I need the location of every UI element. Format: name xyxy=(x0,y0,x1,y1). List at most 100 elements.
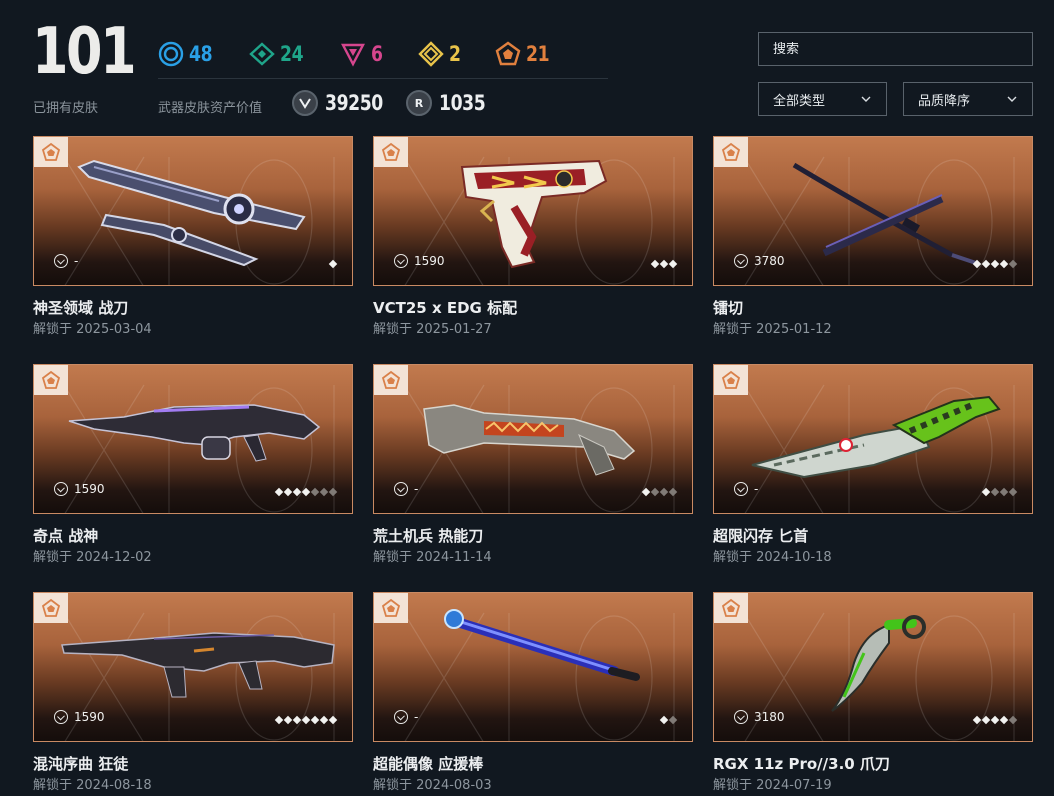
skin-name: 混沌序曲 狂徒 xyxy=(33,755,129,773)
weapon-baton-image xyxy=(444,609,640,681)
skin-name: VCT25 x EDG 标配 xyxy=(373,299,518,317)
vp-icon xyxy=(734,710,748,724)
exclusive-tier-icon xyxy=(417,41,444,67)
level-diamond xyxy=(659,487,669,497)
radianite-icon: R xyxy=(406,90,432,116)
skin-name: 荒土机兵 热能刀 xyxy=(373,527,484,545)
vp-icon xyxy=(54,482,68,496)
deluxe-tier-icon xyxy=(249,42,276,66)
level-diamond xyxy=(301,715,311,725)
skin-price-value: 3780 xyxy=(754,254,785,268)
level-diamond xyxy=(650,487,660,497)
skin-unlock-date: 解锁于 2024-11-14 xyxy=(373,550,492,565)
skin-price-value: - xyxy=(754,482,759,496)
skin-price: 1590 xyxy=(54,482,105,496)
skin-name: 超能偶像 应援棒 xyxy=(373,755,484,773)
level-diamond xyxy=(1008,259,1018,269)
skin-preview[interactable]: 3780 xyxy=(713,136,1033,286)
tier-select: 48 xyxy=(158,41,217,67)
skin-preview[interactable]: 1590 xyxy=(33,592,353,742)
search-input[interactable] xyxy=(773,41,1018,57)
upgrade-level-indicator xyxy=(971,259,1018,269)
skin-price-value: 1590 xyxy=(414,254,445,268)
skin-preview[interactable]: 1590 xyxy=(33,364,353,514)
skin-preview[interactable]: - xyxy=(373,592,693,742)
skin-card[interactable]: 1590 奇点 战神 解锁于 2024-12-02 xyxy=(33,364,353,567)
owned-skin-count: 101 xyxy=(32,15,137,89)
tier-badge xyxy=(34,593,68,623)
vp-icon xyxy=(292,90,318,116)
level-diamond xyxy=(310,487,320,497)
level-diamond xyxy=(274,715,284,725)
level-diamond xyxy=(668,487,678,497)
skin-unlock-date: 解锁于 2024-10-18 xyxy=(713,550,832,565)
skin-price-value: 3180 xyxy=(754,710,785,724)
ultra-tier-icon xyxy=(381,370,401,389)
level-diamond xyxy=(274,487,284,497)
tier-count-exclusive: 2 xyxy=(448,42,461,66)
skin-card[interactable]: - 超能偶像 应援棒 解锁于 2024-08-03 xyxy=(373,592,693,795)
level-diamond xyxy=(301,487,311,497)
select-tier-icon xyxy=(158,41,184,67)
skin-name: 奇点 战神 xyxy=(33,527,99,545)
level-diamond xyxy=(981,487,991,497)
ultra-tier-icon xyxy=(495,41,521,66)
tier-badge xyxy=(374,137,408,167)
level-diamond xyxy=(641,487,651,497)
tier-count-ultra: 21 xyxy=(525,42,550,66)
skin-price: 1590 xyxy=(394,254,445,268)
tier-badge xyxy=(714,593,748,623)
search-box[interactable] xyxy=(758,32,1033,66)
radianite-total: R 1035 xyxy=(406,90,495,116)
level-diamond xyxy=(659,259,669,269)
skin-card[interactable]: 3180 RGX 11z Pro//3.0 爪刀 解锁于 2024-07-19 xyxy=(713,592,1033,795)
skin-name: 镭切 xyxy=(713,299,744,317)
radianite-total-value: 1035 xyxy=(439,91,486,115)
skin-card[interactable]: 3780 镭切 解锁于 2025-01-12 xyxy=(713,136,1033,339)
level-diamond xyxy=(999,259,1009,269)
vp-icon xyxy=(734,482,748,496)
skin-preview[interactable]: 3180 xyxy=(713,592,1033,742)
skin-preview[interactable]: - xyxy=(713,364,1033,514)
level-diamond xyxy=(292,715,302,725)
upgrade-level-indicator xyxy=(327,259,338,269)
vp-total: 39250 xyxy=(292,90,396,116)
skin-card[interactable]: 1590 VCT25 x EDG 标配 解锁于 2025-01-27 xyxy=(373,136,693,339)
ultra-tier-icon xyxy=(721,598,741,617)
chevron-down-icon xyxy=(1007,96,1017,102)
skin-price: - xyxy=(394,482,418,496)
level-diamond xyxy=(319,715,329,725)
skin-preview[interactable]: - xyxy=(33,136,353,286)
skin-preview[interactable]: - xyxy=(373,364,693,514)
skin-price: 1590 xyxy=(54,710,105,724)
vp-total-value: 39250 xyxy=(325,91,383,115)
upgrade-level-indicator xyxy=(658,715,678,725)
skin-card[interactable]: - 神圣领域 战刀 解锁于 2025-03-04 xyxy=(33,136,353,339)
level-diamond xyxy=(981,259,991,269)
sort-dropdown[interactable]: 品质降序 xyxy=(903,82,1033,116)
level-diamond xyxy=(328,487,338,497)
level-diamond xyxy=(650,259,660,269)
level-diamond xyxy=(972,259,982,269)
skin-card[interactable]: - 荒土机兵 热能刀 解锁于 2024-11-14 xyxy=(373,364,693,567)
tier-count-premium: 6 xyxy=(371,42,384,66)
skin-unlock-date: 解锁于 2025-01-12 xyxy=(713,322,832,337)
type-filter-dropdown[interactable]: 全部类型 xyxy=(758,82,887,116)
tier-badge xyxy=(34,365,68,395)
skin-card[interactable]: - 超限闪存 匕首 解锁于 2024-10-18 xyxy=(713,364,1033,567)
skin-preview[interactable]: 1590 xyxy=(373,136,693,286)
skin-name: 神圣领域 战刀 xyxy=(33,299,129,317)
skin-price: - xyxy=(394,710,418,724)
level-diamond xyxy=(1008,715,1018,725)
skin-card[interactable]: 1590 混沌序曲 狂徒 解锁于 2024-08-18 xyxy=(33,592,353,795)
level-diamond xyxy=(999,487,1009,497)
skin-name: 超限闪存 匕首 xyxy=(713,527,809,545)
level-diamond xyxy=(990,259,1000,269)
skin-price-value: - xyxy=(74,254,79,268)
skin-unlock-date: 解锁于 2024-08-18 xyxy=(33,778,152,793)
premium-tier-icon xyxy=(341,43,366,67)
skin-unlock-date: 解锁于 2025-03-04 xyxy=(33,322,152,337)
skin-price: 3180 xyxy=(734,710,785,724)
owned-skin-label: 已拥有皮肤 xyxy=(33,101,99,116)
upgrade-level-indicator xyxy=(640,487,678,497)
